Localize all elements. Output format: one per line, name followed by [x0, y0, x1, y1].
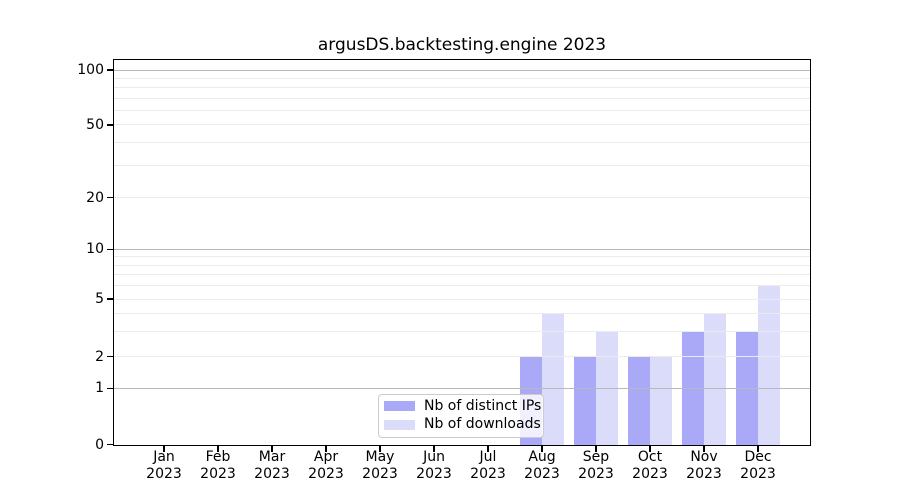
y-tick-mark [107, 197, 114, 198]
minor-gridline [114, 356, 810, 357]
minor-gridline [114, 331, 810, 332]
minor-gridline [114, 98, 810, 99]
minor-gridline [114, 124, 810, 125]
y-tick-label: 5 [0, 290, 104, 308]
minor-gridline [114, 265, 810, 266]
bar-distinct-ips [628, 357, 650, 445]
legend-entry-distinct-ips: Nb of distinct IPs [384, 398, 537, 415]
y-tick-mark [107, 69, 114, 70]
y-tick-label: 50 [0, 116, 104, 134]
bar-downloads [650, 357, 672, 445]
bar-downloads [758, 286, 780, 445]
minor-gridline [114, 285, 810, 286]
minor-gridline [114, 110, 810, 111]
minor-gridline [114, 197, 810, 198]
y-tick-mark [107, 356, 114, 357]
minor-gridline [114, 78, 810, 79]
legend: Nb of distinct IPs Nb of downloads [378, 394, 544, 438]
bar-downloads [704, 313, 726, 444]
major-gridline [114, 249, 810, 250]
y-tick-mark [107, 298, 114, 299]
bar-distinct-ips [574, 357, 596, 445]
x-tick-label-month: Dec [722, 449, 794, 466]
minor-gridline [114, 299, 810, 300]
major-gridline [114, 70, 810, 71]
y-tick-mark [107, 124, 114, 125]
legend-swatch-downloads [384, 420, 415, 430]
minor-gridline [114, 313, 810, 314]
major-gridline [114, 388, 810, 389]
y-tick-label: 1 [0, 379, 104, 397]
plot-area [113, 59, 811, 446]
y-tick-label: 0 [0, 436, 104, 454]
minor-gridline [114, 274, 810, 275]
minor-gridline [114, 256, 810, 257]
x-tick-label-year: 2023 [722, 466, 794, 483]
y-tick-label: 20 [0, 189, 104, 207]
chart-figure: argusDS.backtesting.engine 2023 0 1 2 5 10 20… [0, 0, 900, 500]
y-tick-label: 10 [0, 240, 104, 258]
y-tick-label: 100 [0, 61, 104, 79]
y-tick-label: 2 [0, 348, 104, 366]
y-tick-mark [107, 388, 114, 389]
chart-title: argusDS.backtesting.engine 2023 [113, 35, 811, 55]
y-tick-mark [107, 444, 114, 445]
bar-downloads [542, 313, 564, 444]
minor-gridline [114, 87, 810, 88]
legend-entry-downloads: Nb of downloads [384, 416, 537, 433]
minor-gridline [114, 165, 810, 166]
legend-swatch-distinct-ips [384, 401, 415, 411]
x-tick-label: Dec2023 [722, 449, 794, 482]
y-tick-mark [107, 249, 114, 250]
legend-label-distinct-ips: Nb of distinct IPs [424, 398, 541, 415]
legend-label-downloads: Nb of downloads [424, 416, 541, 433]
minor-gridline [114, 142, 810, 143]
